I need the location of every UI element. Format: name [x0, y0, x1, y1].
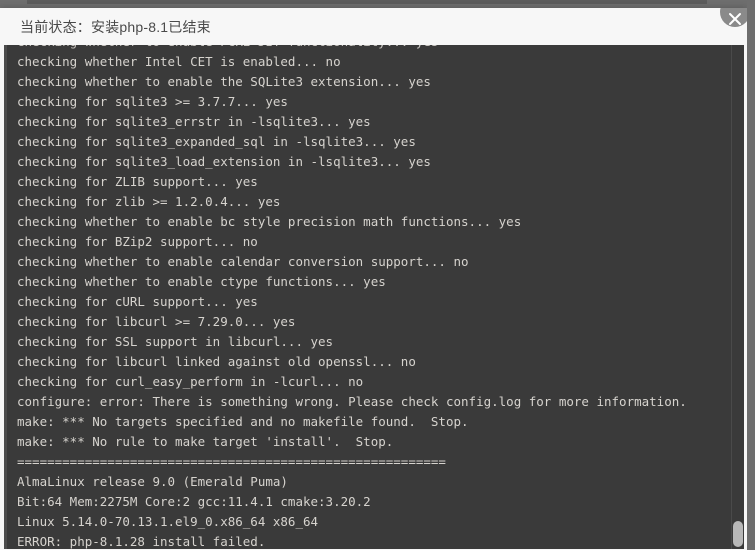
terminal-line: checking for sqlite3 >= 3.7.7... yes: [17, 94, 288, 109]
terminal-line: checking whether to enable the SQLite3 e…: [17, 74, 431, 89]
terminal-line: AlmaLinux release 9.0 (Emerald Puma): [17, 474, 288, 489]
terminal-line: checking whether to enable bc style prec…: [17, 214, 522, 229]
terminal-line: Bit:64 Mem:2275M Core:2 gcc:11.4.1 cmake…: [17, 494, 371, 509]
terminal-line: make: *** No rule to make target 'instal…: [17, 434, 394, 449]
install-status-dialog: 当前状态：安装php-8.1已结束 checking whether to en…: [0, 8, 747, 550]
terminal-line: checking for SSL support in libcurl... y…: [17, 334, 334, 349]
terminal-line: ========================================…: [17, 454, 446, 469]
terminal-line: checking for sqlite3_load_extension in -…: [17, 154, 431, 169]
terminal-line: checking whether to enable PCRE JIT func…: [17, 45, 730, 52]
dialog-title: 当前状态：安装php-8.1已结束: [20, 18, 211, 35]
terminal-scrollbar-thumb[interactable]: [733, 521, 743, 547]
backdrop-bar: [27, 0, 707, 4]
terminal-log-lines: checking whether to enable PCRE JIT func…: [4, 45, 744, 549]
terminal-line: checking for sqlite3_errstr in -lsqlite3…: [17, 114, 371, 129]
terminal-line: make: *** No targets specified and no ma…: [17, 414, 469, 429]
terminal-line: checking for BZip2 support... no: [17, 234, 258, 249]
terminal-line: checking for zlib >= 1.2.0.4... yes: [17, 194, 281, 209]
terminal-scrollbar-track[interactable]: [731, 45, 744, 549]
terminal-line: checking for libcurl linked against old …: [17, 354, 416, 369]
terminal-line: checking for ZLIB support... yes: [17, 174, 258, 189]
terminal-line: ERROR: php-8.1.28 install failed.: [17, 534, 266, 549]
terminal-line: checking for libcurl >= 7.29.0... yes: [17, 314, 296, 329]
terminal-line: checking for sqlite3_expanded_sql in -ls…: [17, 134, 416, 149]
terminal-line: checking for curl_easy_perform in -lcurl…: [17, 374, 364, 389]
terminal-line: checking whether Intel CET is enabled...…: [17, 54, 341, 69]
terminal-output-panel[interactable]: checking whether to enable PCRE JIT func…: [4, 45, 744, 549]
terminal-line: checking whether to enable ctype functio…: [17, 274, 386, 289]
screen: 当前状态：安装php-8.1已结束 checking whether to en…: [0, 0, 755, 550]
terminal-line: checking for cURL support... yes: [17, 294, 258, 309]
terminal-line: Linux 5.14.0-70.13.1.el9_0.x86_64 x86_64: [17, 514, 319, 529]
terminal-line: configure: error: There is something wro…: [17, 394, 687, 409]
dialog-header: 当前状态：安装php-8.1已结束: [0, 8, 747, 45]
terminal-line: checking whether to enable calendar conv…: [17, 254, 469, 269]
page-right-edge: [747, 0, 755, 550]
